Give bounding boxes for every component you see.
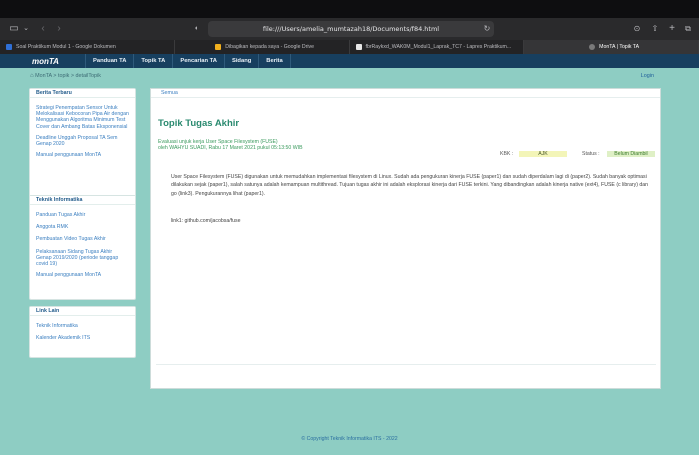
- tab-overview-icon[interactable]: ⧉: [683, 18, 693, 40]
- browser-toolbar: ▭ ⌄ ‹ › ◐ file:///Users/amelia_mumtazah1…: [0, 18, 699, 40]
- browser-tabs: Soal Praktikum Modul 1 - Google Dokumen …: [0, 40, 699, 54]
- login-link[interactable]: Login: [641, 73, 654, 79]
- topic-description: User Space Filesystem (FUSE) digunakan u…: [171, 174, 649, 197]
- tab-label: fbrRaykxd_WAK0M_Modul1_Laprak_TC7 - Lapr…: [365, 44, 512, 50]
- berita-title: Berita Terbaru: [30, 89, 135, 98]
- kbk-badge: AJK: [519, 151, 567, 157]
- footer-copyright: © Copyright Teknik Informatika ITS - 202…: [301, 436, 398, 442]
- links-item[interactable]: Teknik Informatika: [30, 323, 135, 329]
- breadcrumb: ⌂ MonTA > topik > detailTopik: [30, 73, 101, 79]
- status-badge: Belum Diambil: [607, 151, 655, 157]
- status-label: Status :: [582, 151, 600, 157]
- kbk-label: KBK :: [500, 151, 514, 157]
- teknik-box: Teknik Informatika Panduan Tugas Akhir A…: [29, 195, 136, 300]
- tab-label: Soal Praktikum Modul 1 - Google Dokumen: [16, 44, 116, 50]
- download-icon[interactable]: ⊙: [632, 18, 642, 40]
- forward-icon[interactable]: ›: [54, 18, 64, 40]
- drive-icon: [215, 44, 222, 50]
- page-title: Topik Tugas Akhir: [158, 118, 240, 129]
- privacy-shield-icon[interactable]: ◐: [192, 18, 202, 40]
- share-icon[interactable]: ⇧: [650, 18, 660, 40]
- home-icon[interactable]: ⌂: [30, 73, 34, 79]
- links-title: Link Lain: [30, 307, 135, 316]
- window-top-strip: [0, 0, 699, 18]
- new-tab-icon[interactable]: +: [667, 18, 677, 40]
- nav-item-panduan[interactable]: Panduan TA: [85, 54, 133, 68]
- breadcrumb-text[interactable]: MonTA > topik > detailTopik: [35, 73, 101, 79]
- globe-icon: [589, 44, 596, 50]
- berita-item[interactable]: Strategi Penempatan Sensor Untuk Melokal…: [30, 105, 135, 130]
- teknik-item[interactable]: Pelaksanaan Sidang Tugas Akhir Genap 201…: [30, 249, 135, 268]
- nav-item-sidang[interactable]: Sidang: [223, 54, 258, 68]
- reload-icon[interactable]: ↻: [482, 18, 492, 40]
- divider: [156, 364, 656, 365]
- topic-panel: Semua Topik Tugas Akhir Evaluasi unjuk k…: [150, 88, 661, 389]
- main-nav: monTA Panduan TA Topik TA Pencarian TA S…: [0, 54, 699, 68]
- tab-label: Dibagikan kepada saya - Google Drive: [225, 44, 315, 50]
- tab-semua[interactable]: Semua: [151, 89, 660, 98]
- docs-icon: [6, 44, 12, 50]
- chevron-down-icon[interactable]: ⌄: [22, 18, 30, 40]
- browser-tab[interactable]: fbrRaykxd_WAK0M_Modul1_Laprak_TC7 - Lapr…: [350, 40, 525, 54]
- links-box: Link Lain Teknik Informatika Kalender Ak…: [29, 306, 136, 358]
- berita-item[interactable]: Manual penggunaan MonTA: [30, 152, 135, 158]
- page-content: monTA Panduan TA Topik TA Pencarian TA S…: [0, 54, 699, 455]
- teknik-title: Teknik Informatika: [30, 196, 135, 205]
- tab-label: MonTA | Topik TA: [599, 44, 640, 50]
- topic-subtitle: Evaluasi unjuk kerja User Space Filesyst…: [158, 139, 303, 151]
- back-icon[interactable]: ‹: [38, 18, 48, 40]
- teknik-item[interactable]: Pembuatan Video Tugas Akhir: [30, 236, 135, 242]
- page-icon: [355, 44, 362, 50]
- links-item[interactable]: Kalender Akademik ITS: [30, 335, 135, 341]
- berita-item[interactable]: Deadline Unggah Proposal TA Sem Genap 20…: [30, 135, 135, 147]
- browser-tab-active[interactable]: MonTA | Topik TA: [524, 40, 699, 54]
- topic-byline: oleh WAHYU SUADI, Rabu 17 Maret 2021 puk…: [158, 145, 303, 152]
- teknik-item[interactable]: Anggota RMK: [30, 224, 135, 230]
- address-bar[interactable]: file:///Users/amelia_mumtazah18/Document…: [208, 21, 494, 37]
- nav-item-topik[interactable]: Topik TA: [133, 54, 172, 68]
- teknik-item[interactable]: Panduan Tugas Akhir: [30, 212, 135, 218]
- site-logo[interactable]: monTA: [0, 57, 85, 66]
- sidebar-icon[interactable]: ▭: [8, 18, 20, 40]
- reference-link[interactable]: link1: github.com/jacobsa/fuse: [171, 218, 241, 224]
- teknik-item[interactable]: Manual penggunaan MonTA: [30, 272, 135, 278]
- nav-item-pencarian[interactable]: Pencarian TA: [172, 54, 224, 68]
- nav-item-berita[interactable]: Berita: [258, 54, 291, 68]
- browser-tab[interactable]: Dibagikan kepada saya - Google Drive: [175, 40, 350, 54]
- browser-tab[interactable]: Soal Praktikum Modul 1 - Google Dokumen: [0, 40, 175, 54]
